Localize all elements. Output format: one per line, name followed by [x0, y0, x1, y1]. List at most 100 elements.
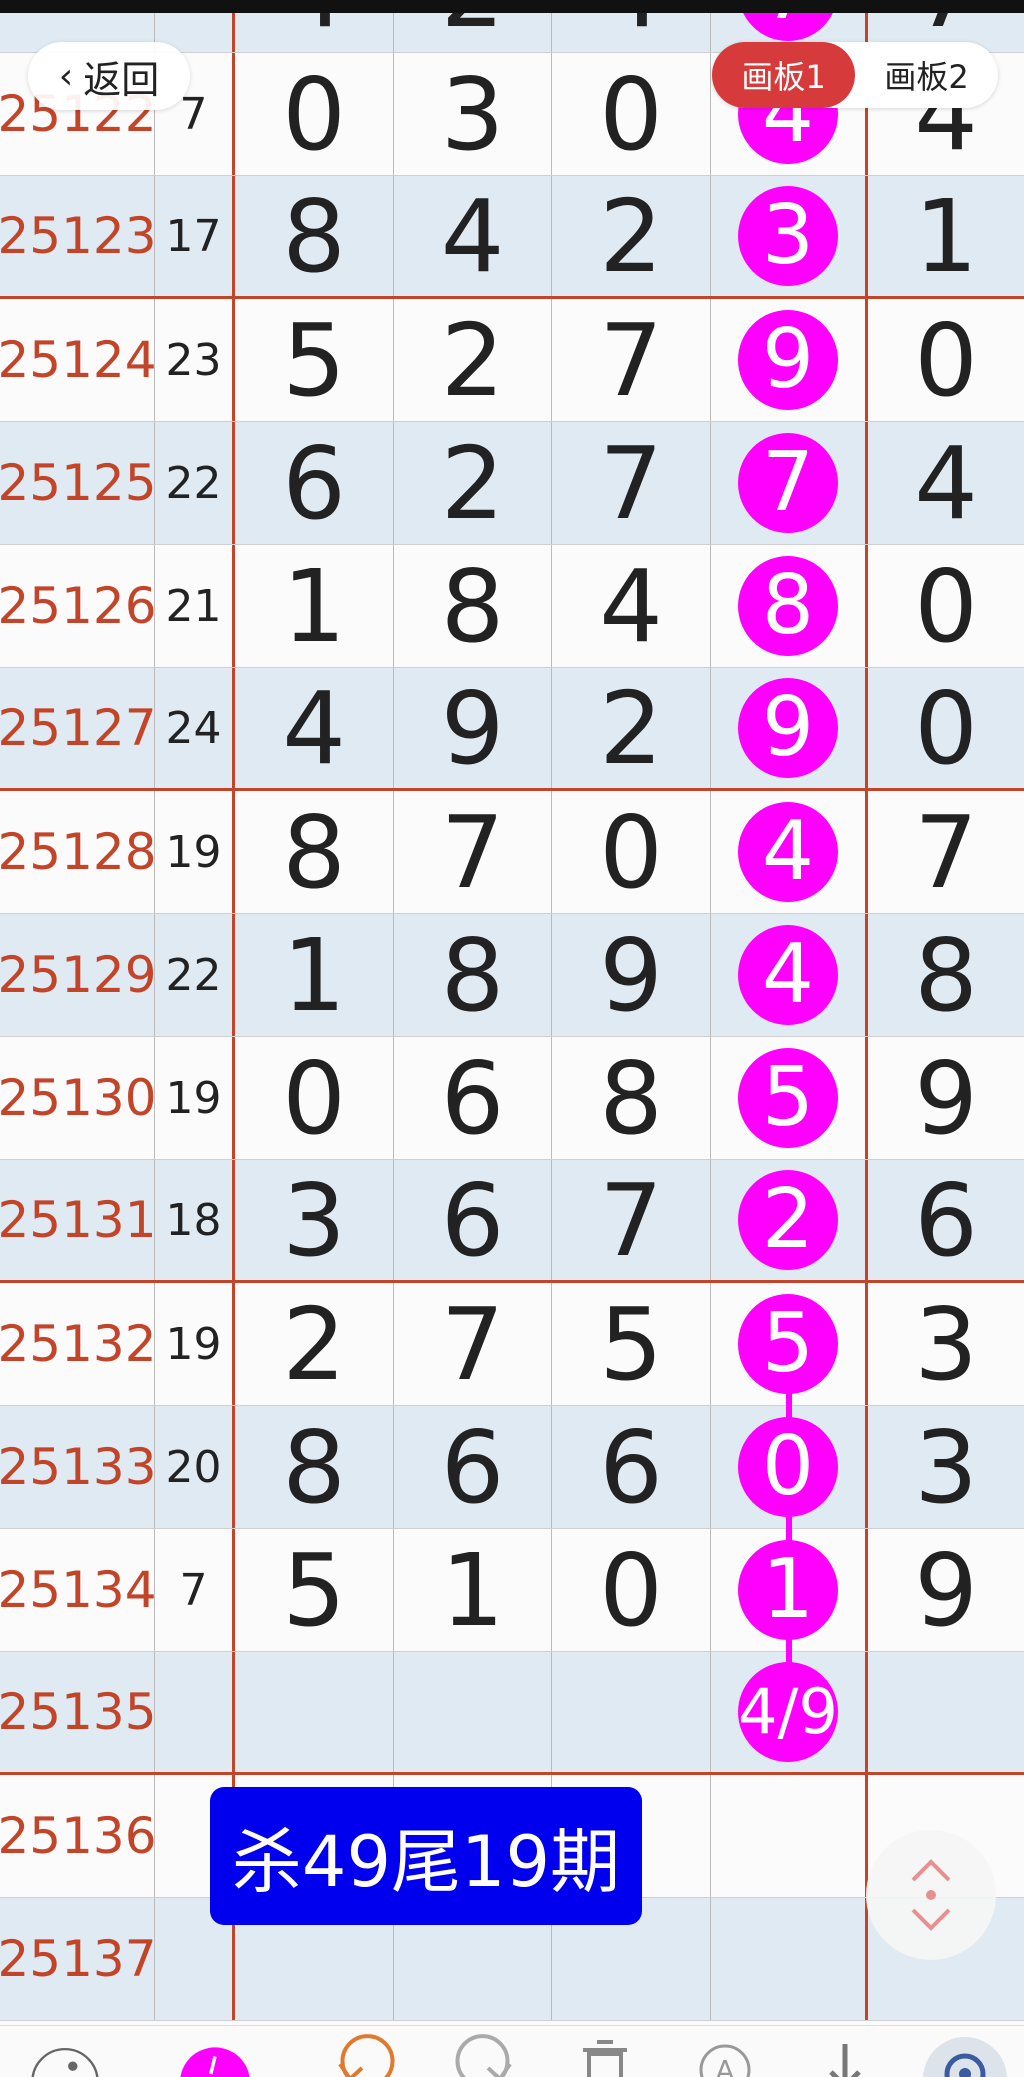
digit-cell-3[interactable]: 7: [552, 1160, 711, 1280]
digit-cell-3[interactable]: 2: [552, 176, 711, 296]
undo-icon[interactable]: [330, 2034, 400, 2077]
digit-cell-5[interactable]: 0: [868, 668, 1024, 788]
highlighted-digit-ball: 0: [738, 1417, 838, 1517]
digit-cell-4[interactable]: 4: [711, 791, 868, 913]
digit-cell-5[interactable]: 9: [868, 1529, 1024, 1651]
digit-cell-1[interactable]: 8: [235, 1406, 394, 1528]
digit-cell-2[interactable]: 8: [394, 914, 552, 1036]
period-cell: 25126: [0, 545, 157, 667]
lottery-grid: 4247725122703044251231784231251242352790…: [0, 0, 1024, 2021]
digit-cell-2[interactable]: 6: [394, 1406, 552, 1528]
sum-cell: 24: [155, 668, 235, 788]
period-cell: 25136: [0, 1775, 157, 1897]
digit-cell-1[interactable]: 5: [235, 299, 394, 421]
digit-cell-1[interactable]: 4: [235, 668, 394, 788]
digit-cell-3[interactable]: 0: [552, 1529, 711, 1651]
digit-cell-3[interactable]: 0: [552, 53, 711, 175]
digit-cell-2[interactable]: 4: [394, 176, 552, 296]
table-row: 25124 23 5 2 7 9 0: [0, 299, 1024, 422]
digit-cell-4[interactable]: 3: [711, 176, 868, 296]
digit-cell-2[interactable]: 6: [394, 1160, 552, 1280]
digit-cell-5[interactable]: 1: [868, 176, 1024, 296]
scroll-toggle-button[interactable]: [866, 1830, 996, 1960]
highlighted-digit-ball: 7: [738, 433, 838, 533]
sum-cell: 22: [155, 914, 235, 1036]
digit-cell-4[interactable]: 5: [711, 1037, 868, 1159]
highlighted-digit-ball: 5: [738, 1294, 838, 1394]
redo-icon[interactable]: [450, 2034, 520, 2077]
text-tool-icon[interactable]: A: [690, 2034, 760, 2077]
digit-cell-1[interactable]: 1: [235, 914, 394, 1036]
digit-cell-1[interactable]: 0: [235, 53, 394, 175]
digit-cell-4[interactable]: 5: [711, 1283, 868, 1405]
digit-cell-5[interactable]: 7: [868, 791, 1024, 913]
trash-icon[interactable]: [570, 2034, 640, 2077]
table-row: 25131 18 3 6 7 2 6: [0, 1160, 1024, 1283]
digit-cell-1[interactable]: 1: [235, 545, 394, 667]
digit-cell-4[interactable]: 1: [711, 1529, 868, 1651]
table-row: 25126 21 1 8 4 8 0: [0, 545, 1024, 668]
digit-cell-3[interactable]: [552, 1652, 711, 1772]
digit-cell-2[interactable]: 7: [394, 791, 552, 913]
digit-cell-5[interactable]: 0: [868, 299, 1024, 421]
download-icon[interactable]: [810, 2034, 880, 2077]
line-tool-icon[interactable]: [30, 2034, 100, 2077]
digit-cell-3[interactable]: 9: [552, 914, 711, 1036]
digit-cell-4[interactable]: 9: [711, 668, 868, 788]
digit-cell-4[interactable]: 9: [711, 299, 868, 421]
digit-cell-1[interactable]: [235, 1652, 394, 1772]
back-button[interactable]: ‹ 返回: [28, 42, 190, 110]
digit-cell-1[interactable]: 5: [235, 1529, 394, 1651]
digit-cell-2[interactable]: [394, 1652, 552, 1772]
tab-board-1[interactable]: 画板1: [712, 42, 855, 108]
digit-cell-5[interactable]: 3: [868, 1283, 1024, 1405]
digit-cell-1[interactable]: 2: [235, 1283, 394, 1405]
digit-cell-2[interactable]: 8: [394, 545, 552, 667]
digit-cell-1[interactable]: 6: [235, 422, 394, 544]
digit-cell-2[interactable]: 9: [394, 668, 552, 788]
digit-cell-2[interactable]: 3: [394, 53, 552, 175]
digit-cell-4[interactable]: 8: [711, 545, 868, 667]
digit-cell-5[interactable]: 4: [868, 422, 1024, 544]
table-row: 25134 7 5 1 0 1 9: [0, 1529, 1024, 1652]
digit-cell-3[interactable]: 5: [552, 1283, 711, 1405]
digit-cell-3[interactable]: 4: [552, 545, 711, 667]
digit-cell-1[interactable]: 3: [235, 1160, 394, 1280]
digit-cell-4[interactable]: 2: [711, 1160, 868, 1280]
sum-cell: 21: [155, 545, 235, 667]
digit-cell-4[interactable]: 0: [711, 1406, 868, 1528]
digit-cell-1[interactable]: 8: [235, 176, 394, 296]
digit-cell-1[interactable]: 0: [235, 1037, 394, 1159]
sum-cell: 19: [155, 1283, 235, 1405]
highlighted-digit-ball: 3: [738, 186, 838, 286]
digit-cell-5[interactable]: 3: [868, 1406, 1024, 1528]
period-cell: 25131: [0, 1160, 157, 1280]
digit-cell-3[interactable]: 6: [552, 1406, 711, 1528]
digit-cell-5[interactable]: 0: [868, 545, 1024, 667]
period-cell: 25129: [0, 914, 157, 1036]
digit-cell-2[interactable]: 1: [394, 1529, 552, 1651]
digit-cell-2[interactable]: 6: [394, 1037, 552, 1159]
digit-cell-5[interactable]: 6: [868, 1160, 1024, 1280]
digit-cell-2[interactable]: 2: [394, 299, 552, 421]
digit-cell-3[interactable]: 7: [552, 422, 711, 544]
pen-tool-icon[interactable]: [180, 2034, 250, 2077]
digit-cell-4[interactable]: [711, 1898, 868, 2020]
digit-cell-3[interactable]: 2: [552, 668, 711, 788]
digit-cell-5[interactable]: 9: [868, 1037, 1024, 1159]
digit-cell-5[interactable]: 8: [868, 914, 1024, 1036]
digit-cell-4[interactable]: 4/9: [711, 1652, 868, 1772]
digit-cell-3[interactable]: 0: [552, 791, 711, 913]
settings-icon[interactable]: [920, 2034, 1010, 2077]
digit-cell-3[interactable]: 7: [552, 299, 711, 421]
digit-cell-5[interactable]: [868, 1652, 1024, 1772]
digit-cell-4[interactable]: 7: [711, 422, 868, 544]
digit-cell-4[interactable]: [711, 1775, 868, 1897]
tab-board-2[interactable]: 画板2: [855, 42, 998, 108]
period-cell: 25125: [0, 422, 157, 544]
digit-cell-2[interactable]: 2: [394, 422, 552, 544]
digit-cell-2[interactable]: 7: [394, 1283, 552, 1405]
digit-cell-3[interactable]: 8: [552, 1037, 711, 1159]
digit-cell-4[interactable]: 4: [711, 914, 868, 1036]
digit-cell-1[interactable]: 8: [235, 791, 394, 913]
